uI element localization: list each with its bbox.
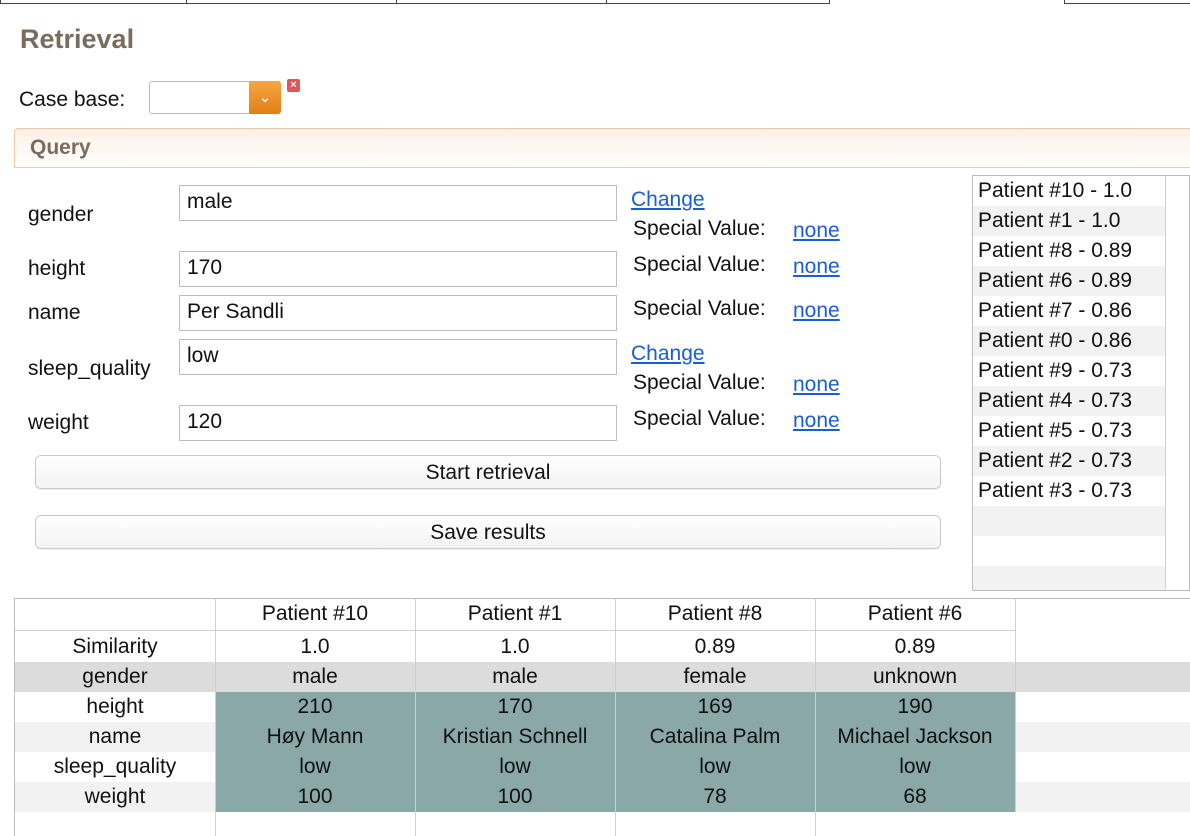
table-cell: Kristian Schnell [442,725,588,748]
query-label-sleep-quality: sleep_quality [28,357,151,380]
table-cell: 1.0 [500,635,530,658]
column-header: Patient #8 [667,602,763,625]
height-field[interactable]: 170 [179,251,617,287]
table-cell: Catalina Palm [649,725,781,748]
header-divider [15,630,1015,631]
list-item[interactable]: Patient #3 - 0.73 [973,476,1165,506]
query-label-name: name [28,301,81,324]
weight-field[interactable]: 120 [179,405,617,441]
table-row: weight 100 100 78 68 [15,782,1190,812]
table-row: gender male male female unknown [15,662,1190,692]
list-item[interactable]: Patient #2 - 0.73 [973,446,1165,476]
table-cell: 170 [497,695,533,718]
special-value-label: Special Value: [633,371,766,394]
save-results-button[interactable]: Save results [35,515,941,549]
table-row: name Høy Mann Kristian Schnell Catalina … [15,722,1190,752]
column-divider [415,599,416,836]
list-item[interactable]: Patient #1 - 1.0 [973,206,1165,236]
row-label: sleep_quality [53,755,177,778]
table-cell: low [899,755,931,778]
list-item[interactable]: Patient #4 - 0.73 [973,386,1165,416]
special-value-label: Special Value: [633,253,766,276]
table-cell: 190 [897,695,933,718]
sleep-quality-special-value-link[interactable]: none [793,373,840,397]
row-label: height [86,695,144,718]
gender-field[interactable]: male [179,185,617,221]
case-base-select[interactable]: ⌄ [149,81,281,114]
table-cell: 100 [297,785,333,808]
table-cell: Høy Mann [266,725,364,748]
row-label: Similarity [72,635,158,658]
sleep-quality-change-link[interactable]: Change [631,342,705,366]
table-cell: 0.89 [694,635,736,658]
column-header: Patient #6 [867,602,963,625]
list-item[interactable]: Patient #10 - 1.0 [973,176,1165,206]
row-label: name [88,725,142,748]
empty-list-row [973,536,1165,566]
query-label-weight: weight [28,411,89,434]
special-value-label: Special Value: [633,297,766,320]
table-row: sleep_quality low low low low [15,752,1190,782]
table-cell: Michael Jackson [837,725,993,748]
table-cell: 68 [903,785,927,808]
weight-special-value-link[interactable]: none [793,409,840,433]
name-special-value-link[interactable]: none [793,299,840,323]
list-item[interactable]: Patient #9 - 0.73 [973,356,1165,386]
table-header-row: Patient #10 Patient #1 Patient #8 Patien… [15,599,1190,629]
column-header: Patient #1 [467,602,563,625]
table-cell: 100 [497,785,533,808]
query-title: Query [30,136,91,159]
table-cell: 1.0 [300,635,330,658]
table-row: height 210 170 169 190 [15,692,1190,722]
list-item[interactable]: Patient #6 - 0.89 [973,266,1165,296]
special-value-label: Special Value: [633,407,766,430]
gender-special-value-link[interactable]: none [793,219,840,243]
empty-list-row [973,566,1165,590]
column-divider [615,599,616,836]
table-cell: low [699,755,731,778]
table-cell: male [492,665,538,688]
list-divider [1165,176,1166,590]
query-section-header [14,128,1190,168]
table-cell: 169 [697,695,733,718]
table-row: Similarity 1.0 1.0 0.89 0.89 [15,632,1190,662]
query-label-gender: gender [28,203,94,226]
row-label: gender [82,665,148,688]
column-divider [215,599,216,836]
result-list[interactable]: Patient #10 - 1.0 Patient #1 - 1.0 Patie… [972,175,1190,591]
table-cell: male [292,665,338,688]
list-item[interactable]: Patient #5 - 0.73 [973,416,1165,446]
table-cell: female [683,665,747,688]
page-title: Retrieval [20,24,135,54]
row-label: weight [84,785,146,808]
name-field[interactable]: Per Sandli [179,295,617,331]
gender-change-link[interactable]: Change [631,188,705,212]
comparison-table: Patient #10 Patient #1 Patient #8 Patien… [14,598,1190,836]
start-retrieval-button[interactable]: Start retrieval [35,455,941,489]
list-item[interactable]: Patient #8 - 0.89 [973,236,1165,266]
chevron-down-icon[interactable]: ⌄ [249,81,281,114]
query-label-height: height [28,257,86,280]
table-cell: 210 [297,695,333,718]
list-item[interactable]: Patient #0 - 0.86 [973,326,1165,356]
top-window-edge-right [1064,0,1190,4]
top-window-edge [0,0,830,4]
column-divider [1015,599,1016,812]
sleep-quality-field[interactable]: low [179,339,617,375]
table-cell: 78 [703,785,727,808]
close-icon[interactable]: × [287,79,300,92]
table-cell: low [299,755,331,778]
table-cell: unknown [872,665,958,688]
table-cell: 0.89 [894,635,936,658]
list-item[interactable]: Patient #7 - 0.86 [973,296,1165,326]
height-special-value-link[interactable]: none [793,255,840,279]
column-header: Patient #10 [261,602,369,625]
column-divider [815,599,816,836]
empty-list-row [973,506,1165,536]
special-value-label: Special Value: [633,217,766,240]
table-cell: low [499,755,531,778]
case-base-label: Case base: [19,88,126,111]
